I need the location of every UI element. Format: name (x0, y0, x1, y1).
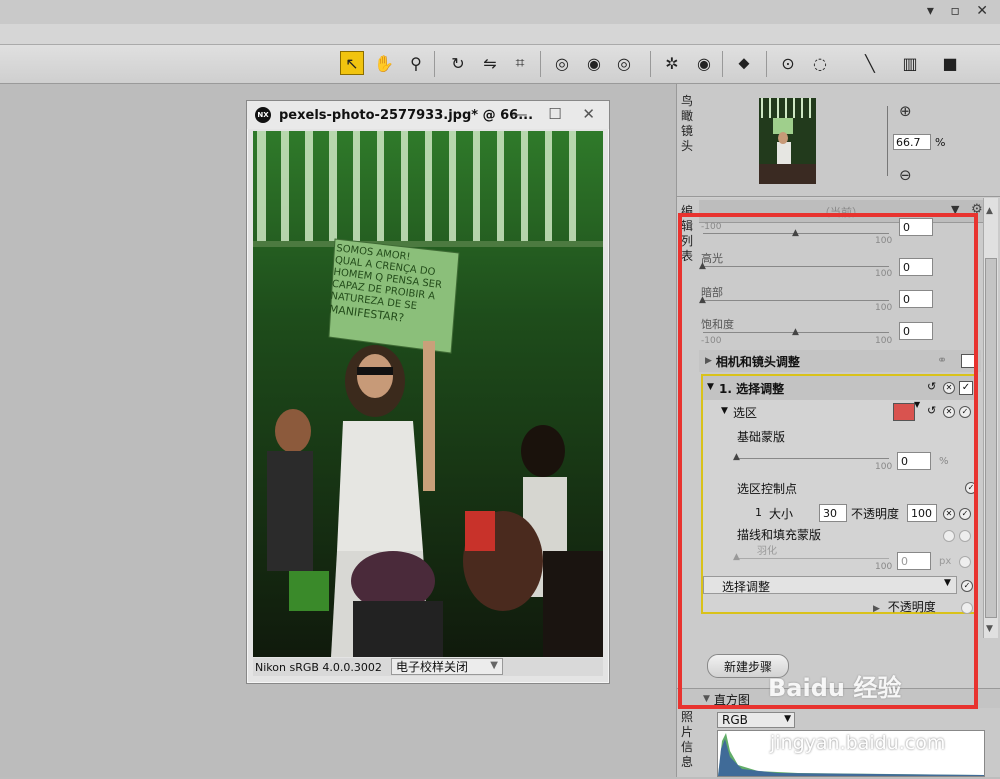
photo-info-label-char: 信 (681, 740, 694, 754)
zoom-in-icon[interactable]: ⊕ (899, 102, 912, 120)
birdseye-thumbnail[interactable] (759, 98, 816, 184)
color-picker-icon[interactable]: ◉ (582, 51, 606, 75)
birdseye-panel: 鸟 瞰 镜 头 ⊕ 66.7 % ⊖ (677, 84, 1000, 197)
histogram-channel-select[interactable]: RGB ▼ (717, 712, 795, 728)
nx-app-icon: NX (255, 107, 271, 123)
tag-icon[interactable]: ⬥ (732, 51, 756, 75)
photo-info-label-char: 片 (681, 725, 694, 739)
scroll-down-icon[interactable]: ▼ (986, 624, 993, 634)
rotate-tool-icon[interactable]: ↻ (446, 51, 470, 75)
image-window-title-bar[interactable]: NX pexels-photo-2577933.jpg* @ 66... — ☐… (247, 101, 609, 129)
view-icon[interactable]: ◉ (692, 51, 716, 75)
window-controls[interactable]: ▾ ▫ ✕ (927, 3, 994, 19)
brush-icon[interactable]: ╲ (858, 51, 882, 75)
zoom-out-icon[interactable]: ⊖ (899, 166, 912, 184)
toolbar-separator (766, 51, 767, 77)
chevron-down-icon: ▼ (784, 714, 791, 724)
softproof-dropdown[interactable]: 电子校样关闭 ▼ (391, 658, 503, 675)
birdseye-label-char: 头 (681, 139, 694, 153)
photo-info-label: 照 片 信 息 (681, 710, 695, 770)
chevron-down-icon: ▼ (490, 660, 498, 671)
photo-info-label-char: 息 (681, 755, 694, 769)
direct-select-tool-icon[interactable]: ↖ (340, 51, 364, 75)
photo-illustration (253, 131, 603, 657)
red-eye-tool-icon[interactable]: ◎ (550, 51, 574, 75)
scroll-up-icon[interactable]: ▲ (986, 206, 993, 216)
menu-strip (0, 24, 1000, 45)
toolbar-separator (540, 51, 541, 77)
birdseye-label-char: 鸟 (681, 94, 694, 108)
auto-retouch-icon[interactable]: ✲ (660, 51, 684, 75)
toolbar: ↖ ✋ ⚲ ↻ ⇋ ⌗ ◎ ◉ ◎ ✲ ◉ ⬥ ⊙ ◌ ╲ ▥ ■ (0, 45, 1000, 84)
lasso-icon[interactable]: ◌ (808, 51, 832, 75)
zoom-tool-icon[interactable]: ⚲ (404, 51, 428, 75)
gray-point-icon[interactable]: ◎ (612, 51, 636, 75)
hand-tool-icon[interactable]: ✋ (372, 51, 396, 75)
image-status-bar: Nikon sRGB 4.0.0.3002 电子校样关闭 ▼ (253, 658, 603, 676)
zoom-unit: % (935, 136, 946, 149)
image-window-buttons[interactable]: — ☐ ✕ (512, 105, 603, 123)
toolbar-separator (650, 51, 651, 77)
zoom-value-field[interactable]: 66.7 (893, 134, 931, 150)
fill-icon[interactable]: ■ (938, 51, 962, 75)
toolbar-separator (722, 51, 723, 77)
zoom-slider-track[interactable] (887, 106, 888, 176)
softproof-value: 电子校样关闭 (396, 660, 469, 674)
edit-list-scrollbar[interactable]: ▲ ▼ (983, 198, 998, 638)
control-point-icon[interactable]: ⊙ (776, 51, 800, 75)
image-window: NX pexels-photo-2577933.jpg* @ 66... — ☐… (246, 100, 610, 684)
protest-sign-text: SOMOS AMOR! QUAL A CRENÇA DO HOMEM Q PEN… (328, 243, 456, 330)
histogram-channel-value: RGB (722, 713, 748, 727)
birdseye-label: 鸟 瞰 镜 头 (681, 94, 695, 154)
thumbnail-illustration (759, 98, 816, 184)
baidu-watermark-url: jingyan.baidu.com (770, 732, 946, 754)
straighten-tool-icon[interactable]: ⇋ (478, 51, 502, 75)
color-profile-label: Nikon sRGB 4.0.0.3002 (255, 660, 382, 674)
app-title-bar: ▾ ▫ ✕ (0, 0, 1000, 24)
birdseye-label-char: 镜 (681, 124, 694, 138)
crop-tool-icon[interactable]: ⌗ (508, 51, 532, 75)
image-window-title: pexels-photo-2577933.jpg* @ 66... (279, 107, 534, 123)
photo-info-label-char: 照 (681, 710, 694, 724)
birdseye-label-char: 瞰 (681, 109, 694, 123)
scrollbar-thumb[interactable] (985, 258, 997, 618)
highlight-box (678, 213, 978, 709)
gradient-icon[interactable]: ▥ (898, 51, 922, 75)
baidu-watermark: Baidu 经验 (768, 674, 902, 702)
photo-canvas[interactable]: SOMOS AMOR! QUAL A CRENÇA DO HOMEM Q PEN… (253, 131, 603, 657)
toolbar-separator (434, 51, 435, 77)
